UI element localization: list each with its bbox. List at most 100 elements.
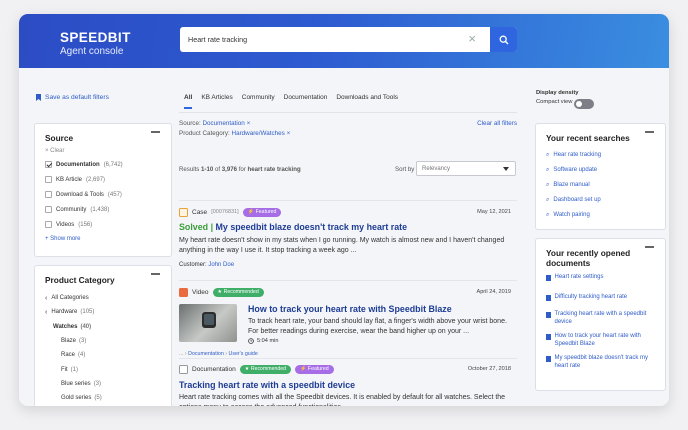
solved-label: Solved |	[179, 222, 214, 232]
result-title-link[interactable]: Solved | My speedbit blaze doesn't track…	[179, 222, 517, 232]
video-thumbnail[interactable]	[179, 304, 237, 342]
option-count: (156)	[78, 221, 93, 228]
clear-source-link[interactable]: × Clear	[45, 148, 161, 154]
tab-documentation[interactable]: Documentation	[284, 94, 328, 109]
tab-all[interactable]: All	[184, 94, 193, 109]
recent-searches-card: Your recent searches ⌕ Hear rate tracking…	[535, 123, 666, 230]
collapse-icon[interactable]	[151, 273, 160, 275]
filter-value: Hardware/Watches	[231, 130, 285, 137]
recent-documents-title: Your recently opened documents	[546, 248, 631, 268]
recommended-badge: ★ Recommended	[239, 364, 292, 374]
filter-label: Product Category:	[179, 130, 230, 137]
remove-filter-icon[interactable]: ×	[287, 130, 291, 137]
category-blaze[interactable]: Blaze (3)	[45, 334, 161, 348]
clear-all-filters-link[interactable]: Clear all filters	[477, 120, 517, 127]
app-window: SPEEDBIT Agent console × Save as default…	[19, 14, 669, 406]
category-gold-series[interactable]: Gold series (5)	[45, 391, 161, 405]
badge-label: Featured	[255, 209, 277, 215]
option-label: KB Article	[56, 176, 83, 183]
category-tree: ‹ All Categories ‹ Hardware (105) Watches (4…	[45, 291, 161, 405]
result-title: My speedbit blaze doesn't track my heart…	[215, 222, 408, 232]
search-icon: ⌕	[546, 182, 550, 188]
show-more-link[interactable]: + Show more	[45, 236, 161, 242]
recent-document-item[interactable]: My speedbit blaze doesn't track my heart…	[546, 355, 655, 375]
option-count: (2,697)	[86, 176, 106, 183]
category-all[interactable]: ‹ All Categories	[45, 291, 161, 305]
recent-document-label: Difficulty tracking heart rate	[554, 294, 628, 300]
source-option-documentation[interactable]: Documentation (6,742)	[45, 157, 161, 172]
recent-search-label: Software update	[553, 167, 598, 173]
compact-view-toggle[interactable]	[574, 99, 594, 109]
save-default-filters-link[interactable]: Save as default filters	[36, 94, 109, 101]
recent-document-item[interactable]: Tracking heart rate with a speedbit devi…	[546, 311, 655, 333]
brand-name: SPEEDBIT	[60, 30, 131, 45]
recent-document-item[interactable]: How to track your heart rate with Speedb…	[546, 333, 655, 355]
sort-select[interactable]: Relevancy	[416, 161, 516, 176]
brand: SPEEDBIT Agent console	[60, 30, 131, 57]
results-summary: Results 1-10 of 3,976 for heart rate tra…	[179, 161, 517, 188]
category-label: Fit	[61, 366, 68, 373]
collapse-icon[interactable]	[645, 246, 654, 248]
video-icon	[179, 287, 188, 297]
badge-label: Recommended	[250, 366, 287, 372]
customer-link[interactable]: John Doe	[208, 262, 234, 268]
checkbox[interactable]	[45, 206, 52, 213]
recent-search-item[interactable]: ⌕ Watch pairing	[546, 212, 655, 227]
product-category-title: Product Category	[45, 275, 115, 285]
result-title-link[interactable]: How to track your heart rate with Speedb…	[248, 304, 508, 314]
tab-kb-articles[interactable]: KB Articles	[201, 94, 232, 109]
density-label: Display density	[536, 90, 579, 96]
source-option-videos[interactable]: Videos (156)	[45, 217, 161, 232]
tab-downloads-tools[interactable]: Downloads and Tools	[336, 94, 398, 109]
result-meta: Documentation ★ Recommended ⚡ Featured O…	[179, 363, 517, 375]
option-label: Download & Tools	[56, 191, 104, 198]
result-date: May 12, 2021	[477, 209, 511, 215]
category-race[interactable]: Race (4)	[45, 348, 161, 362]
checkbox[interactable]	[45, 221, 52, 228]
result-title-link[interactable]: Tracking heart rate with a speedbit devi…	[179, 380, 517, 390]
search-icon: ⌕	[546, 152, 550, 158]
source-option-download-tools[interactable]: Download & Tools (457)	[45, 187, 161, 202]
option-count: (457)	[107, 191, 122, 198]
recent-document-item[interactable]: Difficulty tracking heart rate	[546, 294, 655, 311]
search-button[interactable]	[490, 27, 517, 52]
result-item-case: Case [00076831] ⚡ Featured May 12, 2021 …	[179, 200, 517, 278]
option-count: (1,438)	[90, 206, 110, 213]
result-type: Video	[192, 288, 209, 296]
clear-search-icon[interactable]: ×	[468, 32, 476, 46]
category-blue-series[interactable]: Blue series (3)	[45, 377, 161, 391]
category-count: (40)	[80, 323, 92, 330]
remove-filter-icon[interactable]: ×	[247, 120, 251, 127]
search-input[interactable]	[180, 35, 460, 44]
collapse-icon[interactable]	[645, 131, 654, 133]
source-option-community[interactable]: Community (1,438)	[45, 202, 161, 217]
recent-document-item[interactable]: Heart rate settings	[546, 274, 655, 294]
active-filter-category: Product Category: Hardware/Watches ×	[179, 130, 517, 137]
video-duration: 5:04 min	[248, 338, 508, 344]
collapse-icon[interactable]	[151, 131, 160, 133]
category-fit[interactable]: Fit (1)	[45, 362, 161, 376]
recent-searches-list: ⌕ Hear rate tracking ⌕ Software update ⌕ Bl…	[546, 152, 655, 227]
recent-search-item[interactable]: ⌕ Blaze manual	[546, 182, 655, 197]
category-label: Gold series	[61, 395, 92, 402]
search-icon: ⌕	[546, 212, 550, 218]
category-label: Hardware	[51, 309, 78, 316]
option-label: Videos	[56, 221, 75, 228]
recent-search-item[interactable]: ⌕ Software update	[546, 167, 655, 182]
recent-search-item[interactable]: ⌕ Hear rate tracking	[546, 152, 655, 167]
category-watches[interactable]: Watches (40)	[45, 320, 161, 334]
tab-community[interactable]: Community	[242, 94, 275, 109]
checkbox[interactable]	[45, 191, 52, 198]
checkbox-checked[interactable]	[45, 161, 52, 168]
recent-search-item[interactable]: ⌕ Dashboard set up	[546, 197, 655, 212]
source-option-kb-article[interactable]: KB Article (2,697)	[45, 172, 161, 187]
sort-value: Relevancy	[422, 166, 451, 172]
option-label: Community	[56, 206, 87, 213]
source-filter-card: Source × Clear Documentation (6,742) KB A…	[34, 123, 172, 257]
crumb-link[interactable]: User's guide	[229, 351, 258, 357]
checkbox[interactable]	[45, 176, 52, 183]
category-hardware[interactable]: ‹ Hardware (105)	[45, 305, 161, 319]
crumb-link[interactable]: Documentation	[188, 351, 224, 357]
option-count: (6,742)	[103, 161, 123, 168]
case-icon	[179, 207, 188, 217]
